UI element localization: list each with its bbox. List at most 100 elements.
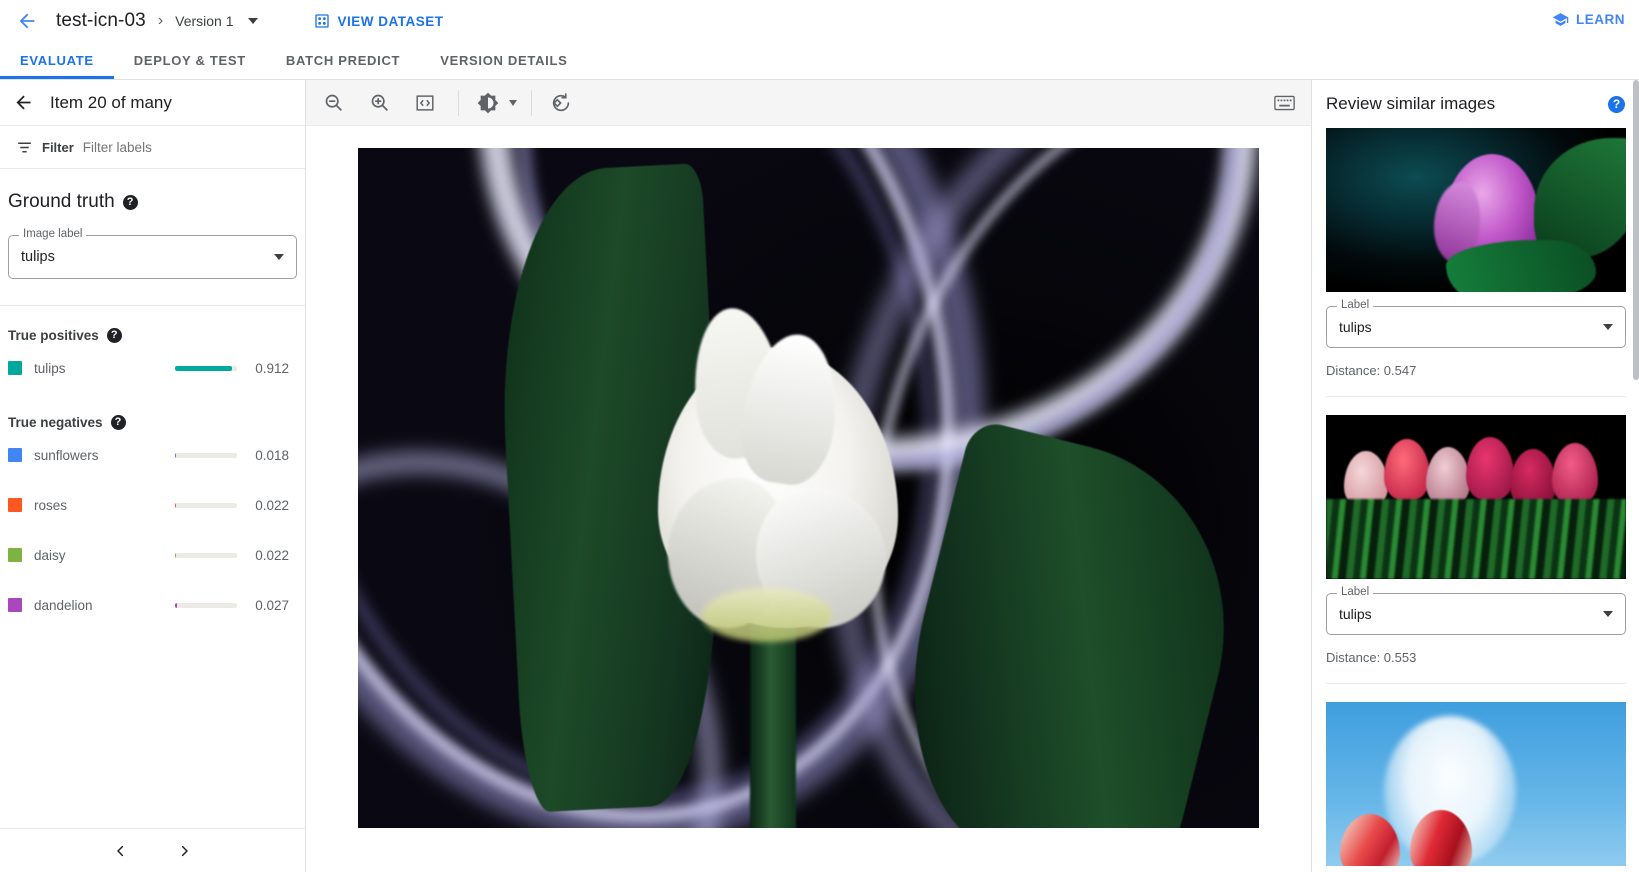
true-positives-heading-label: True positives (8, 328, 99, 343)
true-positives-heading: True positives ? (0, 306, 305, 343)
image-viewer-panel (306, 80, 1311, 872)
score-label: tulips (34, 361, 175, 376)
code-brackets-icon[interactable] (406, 84, 444, 122)
image-viewport[interactable] (306, 126, 1311, 872)
score-value: 0.027 (251, 598, 289, 613)
score-bar (175, 603, 237, 608)
tab-batch-predict[interactable]: BATCH PREDICT (266, 41, 420, 79)
similar-image-distance: Distance: 0.547 (1326, 363, 1625, 378)
tab-evaluate-label: EVALUATE (20, 53, 94, 68)
left-panel-header: Item 20 of many (0, 80, 305, 126)
graduation-cap-icon (1552, 11, 1569, 28)
similar-label-value: tulips (1339, 319, 1372, 335)
main-image[interactable] (358, 148, 1259, 828)
chevron-right-icon[interactable] (168, 834, 202, 868)
true-negatives-heading: True negatives ? (0, 393, 305, 430)
legend-swatch (8, 448, 22, 462)
filter-labels-input[interactable] (83, 140, 253, 155)
score-label: dandelion (34, 598, 175, 613)
similar-label-field-label: Label (1337, 299, 1373, 311)
score-value: 0.018 (251, 448, 289, 463)
ground-truth-help-icon[interactable]: ? (123, 195, 138, 210)
ground-truth-heading: Ground truth ? (0, 169, 305, 213)
similar-image-distance: Distance: 0.553 (1326, 650, 1625, 665)
similar-images-help-icon[interactable]: ? (1608, 96, 1625, 113)
similar-images-title: Review similar images (1326, 94, 1598, 114)
score-bar (175, 503, 237, 508)
learn-button[interactable]: LEARN (1552, 11, 1625, 28)
legend-swatch (8, 361, 22, 375)
tab-version-details-label: VERSION DETAILS (440, 53, 567, 68)
true-negatives-help-icon[interactable]: ? (111, 415, 126, 430)
score-value: 0.022 (251, 498, 289, 513)
similar-label-field-label: Label (1337, 586, 1373, 598)
version-chevron-down-icon[interactable] (248, 18, 258, 24)
brightness-chevron-down-icon[interactable] (509, 100, 517, 106)
keyboard-icon[interactable] (1274, 95, 1295, 111)
left-panel-back-arrow-icon[interactable] (2, 82, 44, 124)
similar-label-chevron-down-icon (1603, 611, 1613, 617)
breadcrumb-project[interactable]: test-icn-03 (56, 10, 146, 32)
card-divider (1326, 396, 1626, 397)
image-label-select[interactable]: Image label tulips (8, 235, 297, 279)
dataset-grid-icon (314, 13, 330, 29)
similar-images-panel: Review similar images ? Label tulips D (1311, 80, 1639, 872)
image-label-field-label: Image label (19, 228, 86, 240)
back-arrow-icon[interactable] (6, 0, 48, 42)
score-label: sunflowers (34, 448, 175, 463)
score-row: dandelion 0.027 (0, 580, 305, 630)
tab-batch-predict-label: BATCH PREDICT (286, 53, 400, 68)
view-dataset-button[interactable]: VIEW DATASET (314, 13, 444, 29)
tab-bar: EVALUATE DEPLOY & TEST BATCH PREDICT VER… (0, 42, 1639, 80)
similar-image-card: Label tulips Distance: 0.547 (1312, 128, 1639, 397)
true-negatives-heading-label: True negatives (8, 415, 103, 430)
toolbar-divider (458, 90, 459, 116)
score-row: daisy 0.022 (0, 530, 305, 580)
ground-truth-heading-label: Ground truth (8, 191, 115, 213)
score-row: tulips 0.912 (0, 343, 305, 393)
breadcrumb-version[interactable]: Version 1 (175, 13, 233, 29)
similar-image-label-select[interactable]: Label tulips (1326, 593, 1626, 635)
similar-image-thumbnail[interactable] (1326, 415, 1626, 579)
score-row: sunflowers 0.018 (0, 430, 305, 480)
score-label: roses (34, 498, 175, 513)
zoom-in-icon[interactable] (360, 84, 398, 122)
filter-icon[interactable] (16, 139, 33, 156)
score-label: daisy (34, 548, 175, 563)
brightness-contrast-icon[interactable] (469, 84, 507, 122)
rotate-reset-icon[interactable] (542, 84, 580, 122)
learn-label: LEARN (1576, 12, 1625, 27)
zoom-out-icon[interactable] (314, 84, 352, 122)
legend-swatch (8, 598, 22, 612)
score-row: roses 0.022 (0, 480, 305, 530)
similar-images-scrollbar[interactable] (1633, 80, 1639, 380)
similar-images-list[interactable]: Label tulips Distance: 0.547 (1312, 128, 1639, 872)
item-counter-title: Item 20 of many (50, 93, 172, 113)
tab-deploy-and-test[interactable]: DEPLOY & TEST (114, 41, 266, 79)
filter-label: Filter (42, 140, 74, 155)
image-label-chevron-down-icon (274, 254, 284, 260)
similar-label-value: tulips (1339, 606, 1372, 622)
score-bar (175, 553, 237, 558)
image-toolbar (306, 80, 1311, 126)
similar-image-thumbnail[interactable] (1326, 128, 1626, 292)
tab-deploy-and-test-label: DEPLOY & TEST (134, 53, 246, 68)
similar-label-chevron-down-icon (1603, 324, 1613, 330)
similar-image-thumbnail[interactable] (1326, 702, 1626, 866)
top-bar: test-icn-03 › Version 1 VIEW DATASET LEA… (0, 0, 1639, 42)
similar-image-label-select[interactable]: Label tulips (1326, 306, 1626, 348)
image-label-value: tulips (21, 249, 55, 265)
similar-images-header: Review similar images ? (1312, 80, 1639, 128)
score-bar (175, 366, 237, 371)
card-divider (1326, 683, 1626, 684)
tab-evaluate[interactable]: EVALUATE (0, 41, 114, 79)
chevron-left-icon[interactable] (104, 834, 138, 868)
score-value: 0.912 (251, 361, 289, 376)
score-bar (175, 453, 237, 458)
true-positives-help-icon[interactable]: ? (107, 328, 122, 343)
score-value: 0.022 (251, 548, 289, 563)
tab-version-details[interactable]: VERSION DETAILS (420, 41, 587, 79)
view-dataset-label: VIEW DATASET (338, 14, 444, 29)
legend-swatch (8, 498, 22, 512)
breadcrumb-separator: › (158, 12, 163, 30)
